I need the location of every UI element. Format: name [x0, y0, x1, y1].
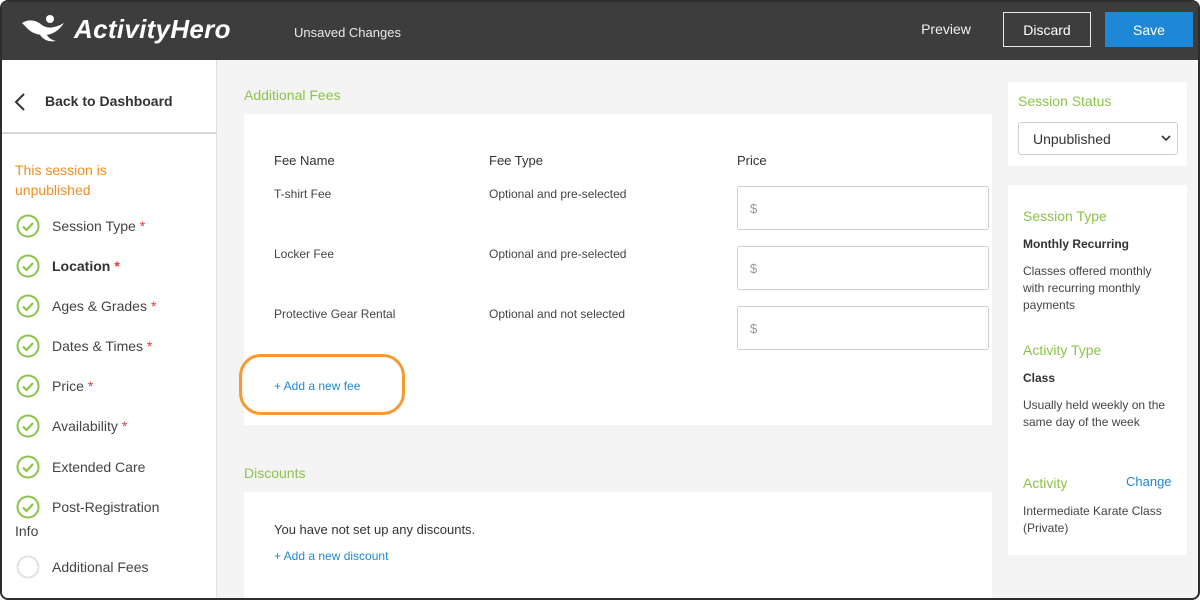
- step-label: Dates & Times: [52, 338, 144, 354]
- discounts-title: Discounts: [244, 465, 306, 481]
- session-status-select[interactable]: Unpublished: [1018, 122, 1178, 155]
- step-label: Extended Care: [52, 459, 146, 475]
- check-circle-icon: [16, 455, 40, 479]
- save-button[interactable]: Save: [1105, 12, 1193, 47]
- sidebar-step-location[interactable]: Location *: [16, 254, 120, 278]
- check-circle-icon: [16, 294, 40, 318]
- sidebar-step-additional-fees[interactable]: Additional Fees: [16, 555, 149, 579]
- required-marker: *: [150, 298, 157, 314]
- fee-type-cell: Optional and pre-selected: [489, 187, 627, 201]
- preview-button[interactable]: Preview: [908, 12, 984, 46]
- price-input[interactable]: [737, 186, 989, 230]
- discounts-card: [244, 492, 992, 598]
- step-label: Post-Registration: [52, 499, 160, 515]
- chevron-left-icon: [14, 93, 25, 111]
- logo-mark-icon: [22, 15, 64, 42]
- column-header-fee-name: Fee Name: [274, 153, 335, 168]
- required-marker: *: [121, 418, 128, 434]
- top-header: ActivityHero Unsaved Changes Preview Dis…: [2, 2, 1198, 60]
- price-input[interactable]: [737, 246, 989, 290]
- activity-value: Intermediate Karate Class (Private): [1023, 504, 1162, 535]
- sidebar-step-post-registration[interactable]: Post-Registration: [16, 495, 159, 519]
- fee-type-cell: Optional and pre-selected: [489, 247, 627, 261]
- sidebar-step-extended-care[interactable]: Extended Care: [16, 455, 145, 479]
- check-circle-icon: [16, 495, 40, 519]
- sidebar-step-session-type[interactable]: Session Type *: [16, 214, 145, 238]
- check-circle-icon: [16, 334, 40, 358]
- column-header-fee-type: Fee Type: [489, 153, 543, 168]
- required-marker: *: [147, 338, 153, 354]
- fee-type-cell: Optional and not selected: [489, 307, 626, 321]
- fee-name-cell: T-shirt Fee: [274, 187, 332, 201]
- step-label: Price: [52, 378, 84, 394]
- sidebar-step-price[interactable]: Price *: [16, 374, 93, 398]
- activityhero-logo[interactable]: ActivityHero: [20, 12, 231, 46]
- fee-name-cell: Locker Fee: [274, 247, 335, 261]
- sidebar-step-dates-times[interactable]: Dates & Times *: [16, 334, 152, 358]
- check-circle-icon: [16, 214, 40, 238]
- session-status-title: Session Status: [1018, 93, 1112, 109]
- empty-circle-icon: [16, 555, 40, 579]
- column-header-price: Price: [737, 153, 767, 168]
- sidebar: Back to Dashboard This session is unpubl…: [2, 60, 217, 598]
- activity-type-value: Class: [1023, 371, 1056, 385]
- sidebar-step-availability[interactable]: Availability *: [16, 414, 127, 438]
- logo-text: ActivityHero: [74, 13, 231, 44]
- back-to-dashboard[interactable]: Back to Dashboard: [2, 60, 217, 134]
- step-label: Session Type: [52, 218, 136, 234]
- activity-title: Activity: [1023, 475, 1068, 491]
- session-type-description: Classes offered monthly with recurring m…: [1023, 264, 1152, 312]
- step-label: Additional Fees: [52, 559, 149, 575]
- price-input[interactable]: [737, 306, 989, 350]
- sidebar-step-ages-grades[interactable]: Ages & Grades *: [16, 294, 156, 318]
- app-window: ActivityHero Unsaved Changes Preview Dis…: [0, 0, 1200, 600]
- activity-type-description: Usually held weekly on the same day of t…: [1023, 398, 1166, 429]
- required-marker: *: [87, 378, 94, 394]
- check-circle-icon: [16, 254, 40, 278]
- unsaved-status: Unsaved Changes: [294, 25, 401, 40]
- fee-name-cell: Protective Gear Rental: [274, 307, 396, 321]
- back-label: Back to Dashboard: [45, 93, 173, 109]
- session-type-title: Session Type: [1023, 208, 1107, 224]
- callout-highlight: [239, 354, 405, 415]
- step-label: Location: [52, 258, 111, 274]
- step-label: Ages & Grades: [52, 298, 147, 314]
- change-activity-link[interactable]: Change: [1126, 474, 1172, 489]
- step-label-continued: Info: [15, 523, 39, 539]
- additional-fees-title: Additional Fees: [244, 87, 341, 103]
- add-new-discount-link[interactable]: + Add a new discount: [274, 549, 388, 563]
- no-discounts-text: You have not set up any discounts.: [274, 522, 476, 537]
- discard-button[interactable]: Discard: [1003, 12, 1091, 47]
- step-label: Availability: [52, 418, 118, 434]
- chevron-down-icon: [1161, 135, 1171, 142]
- session-type-value: Monthly Recurring: [1023, 237, 1130, 251]
- required-marker: *: [114, 258, 120, 274]
- check-circle-icon: [16, 374, 40, 398]
- check-circle-icon: [16, 414, 40, 438]
- required-marker: *: [139, 218, 146, 234]
- unpublished-warning: This session is unpublished: [15, 162, 107, 198]
- session-status-value: Unpublished: [1033, 130, 1111, 147]
- activity-type-title: Activity Type: [1023, 342, 1102, 358]
